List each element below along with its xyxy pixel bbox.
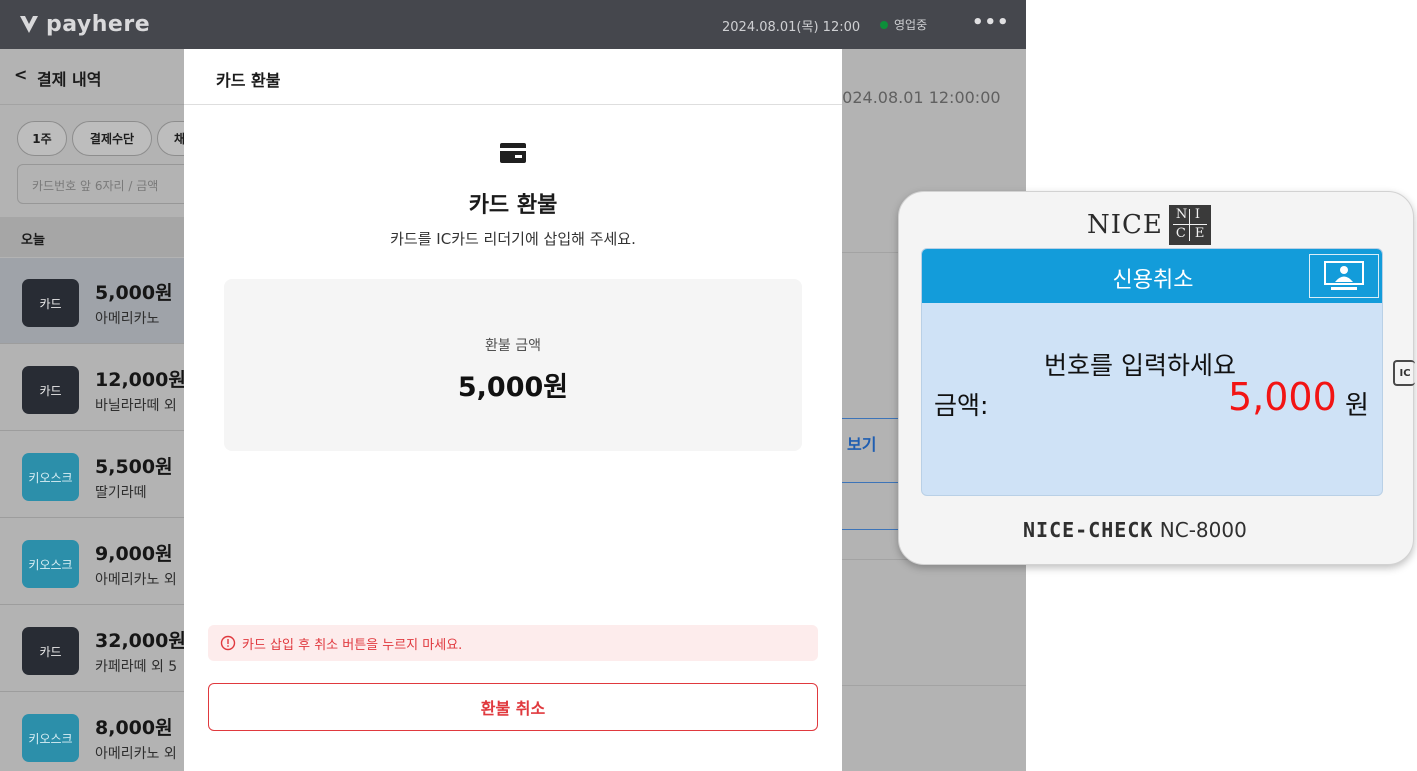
panel-title: 결제 내역: [37, 70, 102, 89]
screen-title-bar: 신용취소: [922, 249, 1382, 303]
ic-slot-icon: IC: [1393, 360, 1415, 386]
list-item[interactable]: 키오스크 8,000원 아메리카노 외: [0, 693, 184, 771]
payment-tag: 키오스크: [22, 540, 79, 588]
item-amount: 9,000원: [95, 543, 173, 565]
payment-tag: 키오스크: [22, 714, 79, 762]
nice-emblem-icon: N I C E: [1168, 205, 1211, 245]
refund-amount-box: 환불 금액 5,000원: [224, 279, 802, 451]
device-model: NICE-CHECK NC-8000: [1023, 518, 1247, 542]
item-amount: 5,500원: [95, 456, 173, 478]
model-name: NICE-CHECK: [1023, 518, 1154, 542]
modal-header: 카드 환불: [184, 49, 842, 105]
refund-amount-label: 환불 금액: [485, 338, 541, 354]
warning-banner: 카드 삽입 후 취소 버튼을 누르지 마세요.: [208, 625, 818, 661]
filter-chip-period[interactable]: 1주: [17, 121, 67, 156]
amount-unit: 원: [1345, 391, 1369, 421]
payhere-logo-icon: [20, 16, 38, 33]
screen-prompt: 번호를 입력하세요: [1044, 351, 1236, 380]
payment-history-panel: < 결제 내역 1주 결제수단 채 카드번호 앞 6자리 / 금액 오늘 카드 …: [0, 49, 217, 771]
terminal-screen: 신용취소 번호를 입력하세요 금액: 5,000 원: [921, 248, 1383, 496]
terminal-amount: 5,000: [1228, 375, 1337, 419]
nice-logo: NICE N I C E: [1087, 205, 1211, 245]
view-receipt-link[interactable]: 보기: [847, 431, 876, 455]
list-item[interactable]: 카드 12,000원 바닐라라떼 외: [0, 345, 186, 431]
item-description: 바닐라라떼 외: [95, 398, 177, 414]
item-amount: 32,000원: [95, 630, 186, 652]
section-header-today: 오늘: [0, 217, 184, 257]
monitor-icon: [1309, 254, 1379, 298]
refund-instruction: 카드를 IC카드 리더기에 삽입해 주세요.: [390, 230, 636, 248]
warning-text: 카드 삽입 후 취소 버튼을 누르지 마세요.: [242, 637, 463, 653]
more-menu-icon[interactable]: •••: [972, 12, 1010, 33]
brand-name: NICE: [1087, 210, 1163, 240]
list-item[interactable]: 카드 32,000원 카페라떼 외 5: [0, 606, 186, 692]
divider: [842, 685, 1026, 686]
amount-label: 금액:: [934, 391, 989, 420]
logo-text: payhere: [46, 11, 151, 37]
payment-tag: 카드: [22, 627, 79, 675]
list-item[interactable]: 키오스크 9,000원 아메리카노 외: [0, 519, 184, 605]
item-description: 아메리카노 외: [95, 572, 177, 588]
current-datetime: 2024.08.01(목) 12:00: [722, 20, 861, 35]
back-icon[interactable]: <: [14, 65, 27, 84]
panel-header: < 결제 내역: [0, 49, 184, 105]
status-dot-icon: [880, 20, 888, 29]
payment-tag: 키오스크: [22, 453, 79, 501]
cancel-refund-button[interactable]: 환불 취소: [208, 683, 818, 731]
monitor-glyph-icon: [1324, 261, 1364, 290]
item-description: 카페라떼 외 5: [95, 659, 178, 675]
credit-card-icon: [500, 143, 526, 163]
list-item[interactable]: 키오스크 5,500원 딸기라떼: [0, 432, 184, 518]
tablet-screen: payhere 2024.08.01(목) 12:00 영업중 ••• < 결제…: [0, 0, 1026, 771]
refund-heading: 카드 환불: [468, 193, 558, 218]
item-amount: 12,000원: [95, 369, 186, 391]
item-description: 딸기라떼: [95, 485, 147, 501]
item-description: 아메리카노 외: [95, 746, 177, 762]
store-status: 영업중: [880, 16, 927, 33]
item-amount: 5,000원: [95, 282, 173, 304]
status-label: 영업중: [894, 18, 928, 32]
info-circle-icon: [220, 635, 236, 651]
payment-tag: 카드: [22, 279, 79, 327]
list-item[interactable]: 카드 5,000원 아메리카노: [0, 258, 184, 344]
item-amount: 8,000원: [95, 717, 173, 739]
payment-tag: 카드: [22, 366, 79, 414]
card-refund-modal: 카드 환불 카드 환불 카드를 IC카드 리더기에 삽입해 주세요. 환불 금액…: [184, 49, 842, 771]
refund-amount-value: 5,000원: [457, 372, 569, 403]
card-terminal-device: NICE N I C E 신용취소 번호를 입력하세요 금액: 5,000 원 …: [898, 191, 1415, 565]
modal-title: 카드 환불: [216, 71, 281, 90]
top-bar: payhere 2024.08.01(목) 12:00 영업중 •••: [0, 0, 1026, 49]
payhere-logo: payhere: [18, 11, 150, 37]
detail-datetime: 2024.08.01 12:00:00: [832, 88, 1001, 107]
model-number: NC-8000: [1159, 518, 1247, 542]
filter-chip-payment-method[interactable]: 결제수단: [72, 121, 152, 156]
item-description: 아메리카노: [95, 311, 160, 327]
